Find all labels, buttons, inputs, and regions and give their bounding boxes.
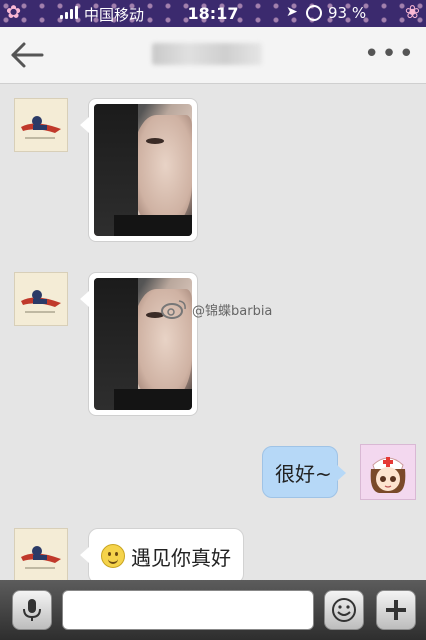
message-text: 很好~ <box>275 461 332 486</box>
flower-sticker-icon: ❀ <box>404 2 420 23</box>
alarm-icon <box>306 5 322 21</box>
smile-emoji-icon <box>101 544 125 568</box>
battery-percent: 93 % <box>328 4 367 22</box>
photo-thumbnail <box>94 104 192 236</box>
smiley-icon <box>332 598 356 622</box>
back-arrow-icon[interactable] <box>10 41 44 69</box>
weibo-watermark: @锦蝶barbia <box>160 298 272 320</box>
location-icon: ➤ <box>286 4 298 20</box>
more-dots-icon[interactable]: ••• <box>364 39 416 69</box>
image-message[interactable] <box>80 272 198 416</box>
weibo-logo-icon <box>161 300 186 319</box>
sent-text-message[interactable]: 很好~ <box>262 446 346 498</box>
contact-avatar[interactable] <box>14 98 68 152</box>
add-button[interactable] <box>376 590 416 630</box>
watermark-text: @锦蝶barbia <box>192 303 273 319</box>
voice-button[interactable] <box>12 590 52 630</box>
chat-header: ••• <box>0 27 426 84</box>
blurred-contact-name <box>152 43 262 65</box>
plus-icon <box>386 600 406 620</box>
contact-avatar[interactable] <box>14 272 68 326</box>
contact-avatar[interactable] <box>14 528 68 582</box>
my-avatar[interactable] <box>360 444 416 500</box>
status-bar: ✿ 中国移动 18:17 ➤ 93 % ❀ <box>0 0 426 27</box>
message-text: 遇见你真好 <box>131 545 231 570</box>
emoji-button[interactable] <box>324 590 364 630</box>
image-message[interactable] <box>80 98 198 242</box>
chat-input-bar <box>0 580 426 640</box>
message-input[interactable] <box>62 590 314 630</box>
received-text-message[interactable]: 遇见你真好 <box>80 528 244 584</box>
microphone-icon <box>23 599 41 621</box>
